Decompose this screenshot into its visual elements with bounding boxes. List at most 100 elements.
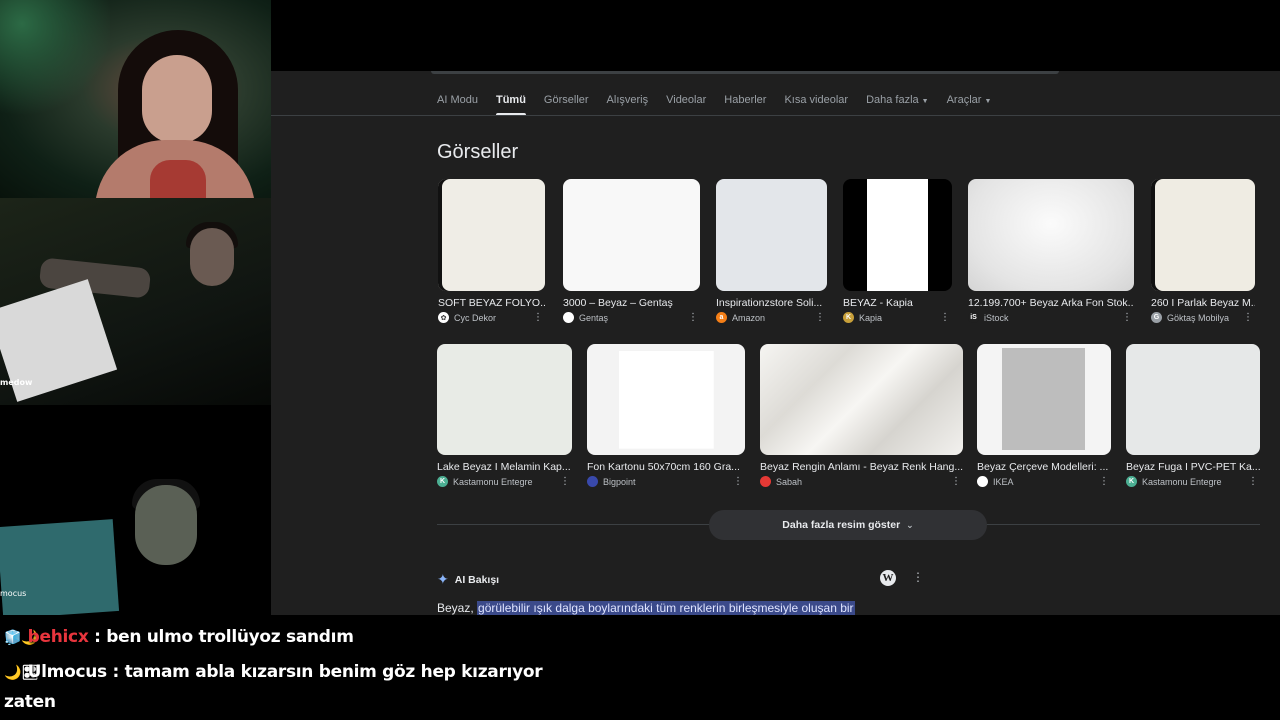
image-caption[interactable]: 12.199.700+ Beyaz Arka Fon Stok...	[968, 297, 1134, 309]
site-favicon-icon	[563, 312, 574, 323]
image-result[interactable]: Beyaz Çerçeve Modelleri: ... IKEA ⋮	[977, 344, 1111, 487]
site-favicon-icon: iS	[968, 312, 979, 323]
chat-username: Ulmocus	[27, 662, 108, 682]
site-favicon-icon: K	[1126, 476, 1137, 487]
image-thumbnail[interactable]	[1126, 344, 1260, 455]
more-options-icon[interactable]: ⋮	[951, 476, 961, 487]
image-result[interactable]: SOFT BEYAZ FOLYO... ✿ Cyc Dekor ⋮	[438, 179, 545, 323]
more-options-icon[interactable]: ⋮	[912, 570, 924, 584]
tab-ai-modu[interactable]: AI Modu	[437, 94, 478, 106]
tab-videolar[interactable]: Videolar	[666, 94, 706, 106]
image-caption[interactable]: Lake Beyaz I Melamin Kap...	[437, 461, 572, 473]
ai-text-prefix: Beyaz,	[437, 601, 478, 615]
image-caption[interactable]: Beyaz Çerçeve Modelleri: ...	[977, 461, 1111, 473]
chat-badges: 🧊🌙	[4, 630, 39, 646]
chat-text: : ben ulmo trollüyoz sandım	[88, 627, 354, 647]
image-thumbnail[interactable]	[587, 344, 745, 455]
image-result[interactable]: Beyaz Rengin Anlamı - Beyaz Renk Hang...…	[760, 344, 963, 487]
image-source: Gentaş ⋮	[563, 312, 700, 323]
image-result[interactable]: Lake Beyaz I Melamin Kap... K Kastamonu En…	[437, 344, 572, 487]
source-name: Gentaş	[579, 312, 609, 323]
site-favicon-icon	[977, 476, 988, 487]
source-name: Cyc Dekor	[454, 312, 497, 323]
image-result[interactable]: 260 I Parlak Beyaz M... G Göktaş Mobilya ⋮	[1151, 179, 1255, 323]
site-favicon-icon	[760, 476, 771, 487]
chat-badges: 🌙🎛	[4, 665, 39, 681]
tab-label: Görseller	[543, 94, 589, 106]
tab-label: Tümü	[495, 94, 526, 106]
image-thumbnail[interactable]	[438, 179, 545, 291]
source-name: IKEA	[993, 476, 1014, 487]
tab-label: Araçlar	[946, 94, 982, 106]
source-name: Göktaş Mobilya	[1167, 312, 1230, 323]
wikipedia-icon[interactable]: W	[880, 570, 896, 586]
image-source: a Amazon ⋮	[716, 312, 827, 323]
more-options-icon[interactable]: ⋮	[1122, 312, 1132, 323]
source-name: Bigpoint	[603, 476, 636, 487]
tab-label: Videolar	[666, 94, 707, 106]
image-thumbnail[interactable]	[1151, 179, 1255, 291]
more-options-icon[interactable]: ⋮	[560, 476, 570, 487]
chat-message-2: 🌙🎛 Ulmocus : tamam abla kızarsın benim g…	[4, 662, 543, 682]
image-thumbnail[interactable]	[760, 344, 963, 455]
webcam-feed-2: medow	[0, 198, 291, 405]
image-caption[interactable]: Inspirationzstore Soli...	[716, 297, 827, 309]
image-caption[interactable]: 3000 – Beyaz – Gentaş	[563, 297, 700, 309]
more-options-icon[interactable]: ⋮	[1248, 476, 1258, 487]
more-options-icon[interactable]: ⋮	[940, 312, 950, 323]
chevron-down-icon: ⌄	[906, 519, 914, 530]
source-name: Sabah	[776, 476, 803, 487]
tab-görseller[interactable]: Görseller	[544, 94, 589, 106]
site-favicon-icon: G	[1151, 312, 1162, 323]
more-options-icon[interactable]: ⋮	[1243, 312, 1253, 323]
tab-tümü[interactable]: Tümü	[495, 94, 526, 116]
more-options-icon[interactable]: ⋮	[533, 312, 543, 323]
tab-daha-fazla[interactable]: Daha fazla ▼	[866, 94, 929, 106]
image-thumbnail[interactable]	[968, 179, 1134, 291]
image-source: iS iStock ⋮	[968, 312, 1134, 323]
image-caption[interactable]: Fon Kartonu 50x70cm 160 Gra...	[587, 461, 745, 473]
streamer-face	[142, 55, 212, 143]
more-images-label: Daha fazla resim göster	[782, 519, 901, 531]
image-result[interactable]: Fon Kartonu 50x70cm 160 Gra... Bigpoint ⋮	[587, 344, 745, 487]
more-options-icon[interactable]: ⋮	[688, 312, 698, 323]
more-options-icon[interactable]: ⋮	[815, 312, 825, 323]
search-results-page: AI Modu Tümü Görseller Alışveriş Videolar Hab…	[271, 71, 1280, 615]
image-thumbnail[interactable]	[563, 179, 700, 291]
tab-haberler[interactable]: Haberler	[724, 94, 766, 106]
image-thumbnail[interactable]	[716, 179, 827, 291]
more-options-icon[interactable]: ⋮	[733, 476, 743, 487]
image-result[interactable]: Inspirationzstore Soli... a Amazon ⋮	[716, 179, 827, 323]
tab-araçlar[interactable]: Araçlar ▼	[947, 94, 992, 106]
ai-overview-text: Beyaz, görülebilir ışık dalga boylarında…	[437, 601, 855, 615]
image-thumbnail[interactable]	[843, 179, 952, 291]
tab-alışveriş[interactable]: Alışveriş	[607, 94, 649, 106]
image-caption[interactable]: Beyaz Fuga I PVC-PET Ka...	[1126, 461, 1260, 473]
source-name: Amazon	[732, 312, 766, 323]
more-options-icon[interactable]: ⋮	[1099, 476, 1109, 487]
search-tabs: AI Modu Tümü Görseller Alışveriş Videolar Hab…	[437, 94, 992, 116]
image-result[interactable]: 12.199.700+ Beyaz Arka Fon Stok... iS iSto…	[968, 179, 1134, 323]
webcam-feed-3: mocus	[0, 405, 291, 615]
more-images-button[interactable]: Daha fazla resim göster ⌄	[709, 510, 987, 540]
person-face	[190, 228, 234, 286]
image-caption[interactable]: SOFT BEYAZ FOLYO...	[438, 297, 545, 309]
sparkle-icon: ✦	[437, 571, 449, 587]
image-caption[interactable]: 260 I Parlak Beyaz M...	[1151, 297, 1255, 309]
image-thumbnail[interactable]	[437, 344, 572, 455]
image-result[interactable]: 3000 – Beyaz – Gentaş Gentaş ⋮	[563, 179, 700, 323]
image-source: Sabah ⋮	[760, 476, 963, 487]
tab-kısa-videolar[interactable]: Kısa videolar	[784, 94, 848, 106]
tab-label: AI Modu	[437, 94, 478, 106]
image-caption[interactable]: Beyaz Rengin Anlamı - Beyaz Renk Hang...	[760, 461, 963, 473]
image-source: K Kastamonu Entegre ⋮	[437, 476, 572, 487]
image-source: ✿ Cyc Dekor ⋮	[438, 312, 545, 323]
cam2-label: medow	[0, 378, 33, 387]
image-thumbnail[interactable]	[977, 344, 1111, 455]
ai-overview-label: AI Bakışı	[454, 573, 500, 586]
image-caption[interactable]: BEYAZ - Kapia	[843, 297, 952, 309]
image-result[interactable]: Beyaz Fuga I PVC-PET Ka... K Kastamonu Ent…	[1126, 344, 1260, 487]
green-light	[0, 0, 110, 120]
image-result[interactable]: BEYAZ - Kapia K Kapia ⋮	[843, 179, 952, 323]
ai-text-highlight: görülebilir ışık dalga boylarındaki tüm …	[477, 601, 855, 615]
